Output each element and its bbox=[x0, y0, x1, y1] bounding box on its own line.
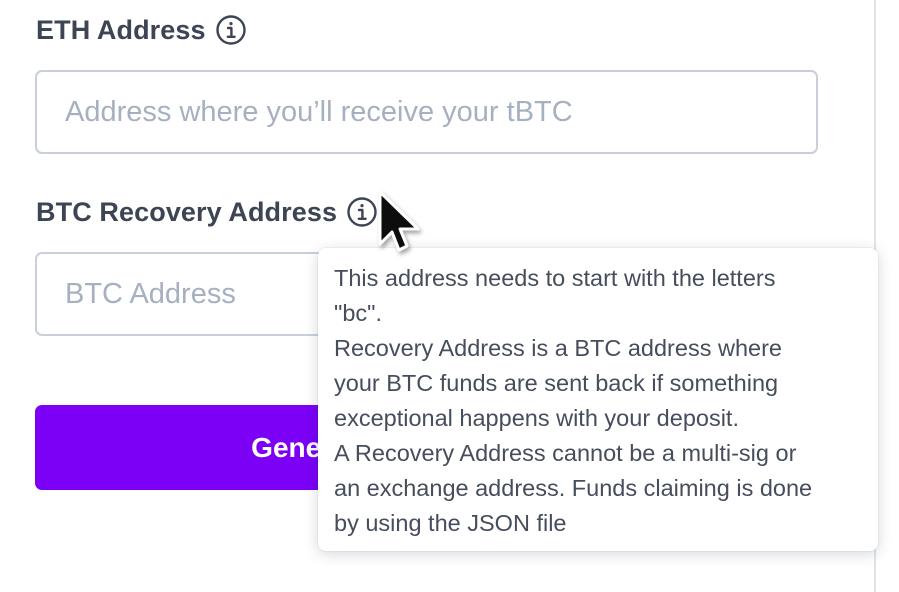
info-icon[interactable] bbox=[215, 14, 247, 46]
tooltip-line: an exchange address. Funds claiming is d… bbox=[334, 475, 813, 501]
btc-recovery-label-row: BTC Recovery Address bbox=[36, 196, 378, 228]
recovery-address-tooltip: This address needs to start with the let… bbox=[318, 248, 878, 551]
eth-address-label-row: ETH Address bbox=[36, 14, 247, 46]
tooltip-line: Recovery Address is a BTC address where bbox=[334, 335, 782, 361]
tooltip-line: exceptional happens with your deposit. bbox=[334, 405, 739, 431]
btc-recovery-address-label: BTC Recovery Address bbox=[36, 196, 338, 227]
tooltip-line: "bc". bbox=[334, 300, 383, 326]
tooltip-line: A Recovery Address cannot be a multi-sig… bbox=[334, 440, 797, 466]
tooltip-line: your BTC funds are sent back if somethin… bbox=[334, 370, 779, 396]
tooltip-line: by using the JSON file bbox=[334, 510, 567, 536]
eth-address-field[interactable] bbox=[35, 70, 818, 154]
mouse-pointer-icon bbox=[372, 186, 432, 262]
tooltip-line: This address needs to start with the let… bbox=[334, 265, 776, 291]
eth-address-label: ETH Address bbox=[36, 14, 206, 45]
eth-address-input[interactable] bbox=[37, 72, 816, 152]
